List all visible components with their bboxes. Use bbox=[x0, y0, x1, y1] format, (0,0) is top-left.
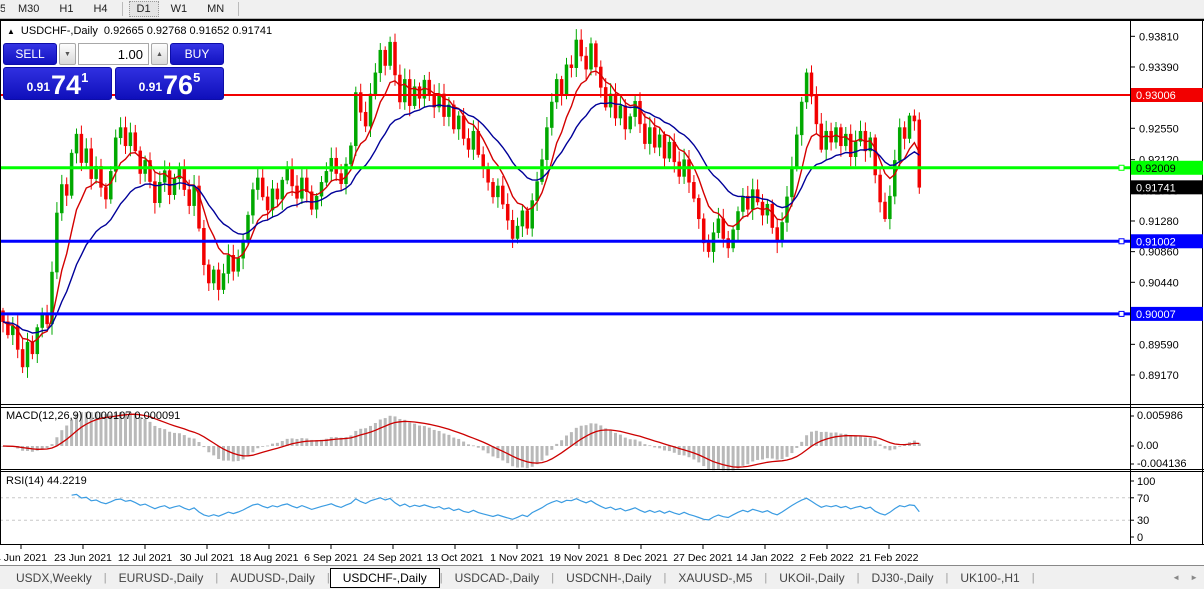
svg-text:0.90860: 0.90860 bbox=[1139, 247, 1179, 259]
buy-price-box[interactable]: 0.91 76 5 bbox=[115, 67, 224, 100]
svg-text:14 Jan 2022: 14 Jan 2022 bbox=[736, 552, 794, 564]
timeframe-button-w1[interactable]: W1 bbox=[163, 1, 196, 17]
bottom-tab-usdcad-daily[interactable]: USDCAD-,Daily bbox=[443, 568, 552, 588]
svg-text:0.89170: 0.89170 bbox=[1139, 370, 1179, 382]
bottom-tab-usdcnh-daily[interactable]: USDCNH-,Daily bbox=[554, 568, 663, 588]
svg-text:18 Aug 2021: 18 Aug 2021 bbox=[240, 552, 299, 564]
bottom-tab-uk100-h1[interactable]: UK100-,H1 bbox=[948, 568, 1031, 588]
collapse-panel-icon[interactable]: ▲ bbox=[7, 27, 15, 36]
buy-button[interactable]: BUY bbox=[170, 43, 224, 65]
svg-text:0.00: 0.00 bbox=[1137, 440, 1158, 452]
chart-title: ▲ USDCHF-,Daily 0.92665 0.92768 0.91652 … bbox=[7, 25, 272, 37]
svg-text:0.93390: 0.93390 bbox=[1139, 62, 1179, 74]
svg-text:4 Jun 2021: 4 Jun 2021 bbox=[0, 552, 47, 564]
bottom-tab-usdx-weekly[interactable]: USDX,Weekly bbox=[4, 568, 104, 588]
volume-down-icon[interactable]: ▼ bbox=[59, 43, 76, 65]
timeframe-toolbar: 5M30H1H4 D1W1MN bbox=[0, 0, 1204, 19]
svg-text:0.005986: 0.005986 bbox=[1137, 410, 1183, 422]
volume-input[interactable] bbox=[78, 43, 149, 65]
timeframe-button-h4[interactable]: H4 bbox=[85, 1, 115, 17]
svg-text:0.93810: 0.93810 bbox=[1139, 31, 1179, 43]
bottom-tab-usdchf-daily[interactable]: USDCHF-,Daily bbox=[330, 568, 440, 588]
svg-text:13 Oct 2021: 13 Oct 2021 bbox=[426, 552, 483, 564]
svg-text:6 Sep 2021: 6 Sep 2021 bbox=[304, 552, 358, 564]
buy-price-sup: 5 bbox=[193, 70, 200, 85]
sell-price-small: 0.91 bbox=[27, 80, 50, 94]
bottom-tab-ukoil-daily[interactable]: UKOil-,Daily bbox=[767, 568, 856, 588]
chart-window: 0.938100.933900.929700.925500.921200.917… bbox=[0, 19, 1204, 565]
chart-tab-bar: USDX,Weekly|EURUSD-,Daily|AUDUSD-,Daily|… bbox=[0, 565, 1204, 589]
svg-text:0.92009: 0.92009 bbox=[1136, 163, 1176, 175]
buy-price-big: 76 bbox=[163, 74, 193, 96]
svg-text:27 Dec 2021: 27 Dec 2021 bbox=[673, 552, 733, 564]
bottom-tab-eurusd-daily[interactable]: EURUSD-,Daily bbox=[107, 568, 216, 588]
volume-up-icon[interactable]: ▲ bbox=[151, 43, 168, 65]
timeframe-button-m30[interactable]: M30 bbox=[10, 1, 47, 17]
bottom-tab-dj30-daily[interactable]: DJ30-,Daily bbox=[859, 568, 945, 588]
svg-text:0.91280: 0.91280 bbox=[1139, 216, 1179, 228]
svg-text:0.91741: 0.91741 bbox=[1136, 182, 1176, 194]
svg-text:0.93006: 0.93006 bbox=[1136, 90, 1176, 102]
svg-text:8 Dec 2021: 8 Dec 2021 bbox=[614, 552, 668, 564]
svg-text:0.90440: 0.90440 bbox=[1139, 277, 1179, 289]
svg-text:2 Feb 2022: 2 Feb 2022 bbox=[800, 552, 853, 564]
rsi-label: RSI(14) 44.2219 bbox=[6, 475, 87, 487]
svg-text:0.90007: 0.90007 bbox=[1136, 309, 1176, 321]
sell-button[interactable]: SELL bbox=[3, 43, 57, 65]
svg-text:0.91002: 0.91002 bbox=[1136, 236, 1176, 248]
rsi-value: 44.2219 bbox=[47, 475, 87, 487]
svg-text:0.89590: 0.89590 bbox=[1139, 339, 1179, 351]
tab-separator: | bbox=[1032, 572, 1035, 584]
macd-label: MACD(12,26,9) 0.000107 0.000091 bbox=[6, 410, 180, 422]
timeframe-button-mn[interactable]: MN bbox=[199, 1, 232, 17]
svg-text:24 Sep 2021: 24 Sep 2021 bbox=[363, 552, 423, 564]
one-click-trading-panel: SELL ▼ ▲ BUY 0.91 74 1 0.91 76 5 bbox=[3, 43, 224, 100]
macd-values: 0.000107 0.000091 bbox=[85, 410, 180, 422]
svg-text:12 Jul 2021: 12 Jul 2021 bbox=[118, 552, 172, 564]
sell-price-big: 74 bbox=[51, 74, 81, 96]
timeframe-button-d1[interactable]: D1 bbox=[129, 1, 159, 17]
svg-text:21 Feb 2022: 21 Feb 2022 bbox=[860, 552, 919, 564]
chart-symbol-period: USDCHF-,Daily bbox=[21, 25, 98, 37]
timeframe-button-h1[interactable]: H1 bbox=[51, 1, 81, 17]
bottom-tab-xauusd-m5[interactable]: XAUUSD-,M5 bbox=[666, 568, 764, 588]
toolbar-separator bbox=[122, 2, 123, 16]
svg-text:19 Nov 2021: 19 Nov 2021 bbox=[549, 552, 609, 564]
chart-ohlc-values: 0.92665 0.92768 0.91652 0.91741 bbox=[104, 25, 272, 37]
buy-price-small: 0.91 bbox=[139, 80, 162, 94]
timeframe-button-5[interactable]: 5 bbox=[0, 1, 6, 17]
toolbar-separator bbox=[238, 2, 239, 16]
sell-price-box[interactable]: 0.91 74 1 bbox=[3, 67, 112, 100]
svg-text:70: 70 bbox=[1137, 493, 1149, 505]
tab-scroll-left-icon[interactable]: ◄ bbox=[1172, 573, 1180, 582]
svg-text:1 Nov 2021: 1 Nov 2021 bbox=[490, 552, 544, 564]
svg-text:0: 0 bbox=[1137, 532, 1143, 544]
bottom-tab-audusd-daily[interactable]: AUDUSD-,Daily bbox=[218, 568, 327, 588]
macd-name: MACD(12,26,9) bbox=[6, 410, 82, 422]
price-chart[interactable]: 0.938100.933900.929700.925500.921200.917… bbox=[0, 21, 1204, 566]
rsi-name: RSI(14) bbox=[6, 475, 44, 487]
svg-text:100: 100 bbox=[1137, 476, 1155, 488]
svg-text:0.92550: 0.92550 bbox=[1139, 123, 1179, 135]
sell-price-sup: 1 bbox=[81, 70, 88, 85]
tab-scroll-right-icon[interactable]: ► bbox=[1190, 573, 1198, 582]
svg-text:30 Jul 2021: 30 Jul 2021 bbox=[180, 552, 234, 564]
svg-text:-0.004136: -0.004136 bbox=[1137, 458, 1187, 470]
svg-text:30: 30 bbox=[1137, 515, 1149, 527]
svg-text:23 Jun 2021: 23 Jun 2021 bbox=[54, 552, 112, 564]
